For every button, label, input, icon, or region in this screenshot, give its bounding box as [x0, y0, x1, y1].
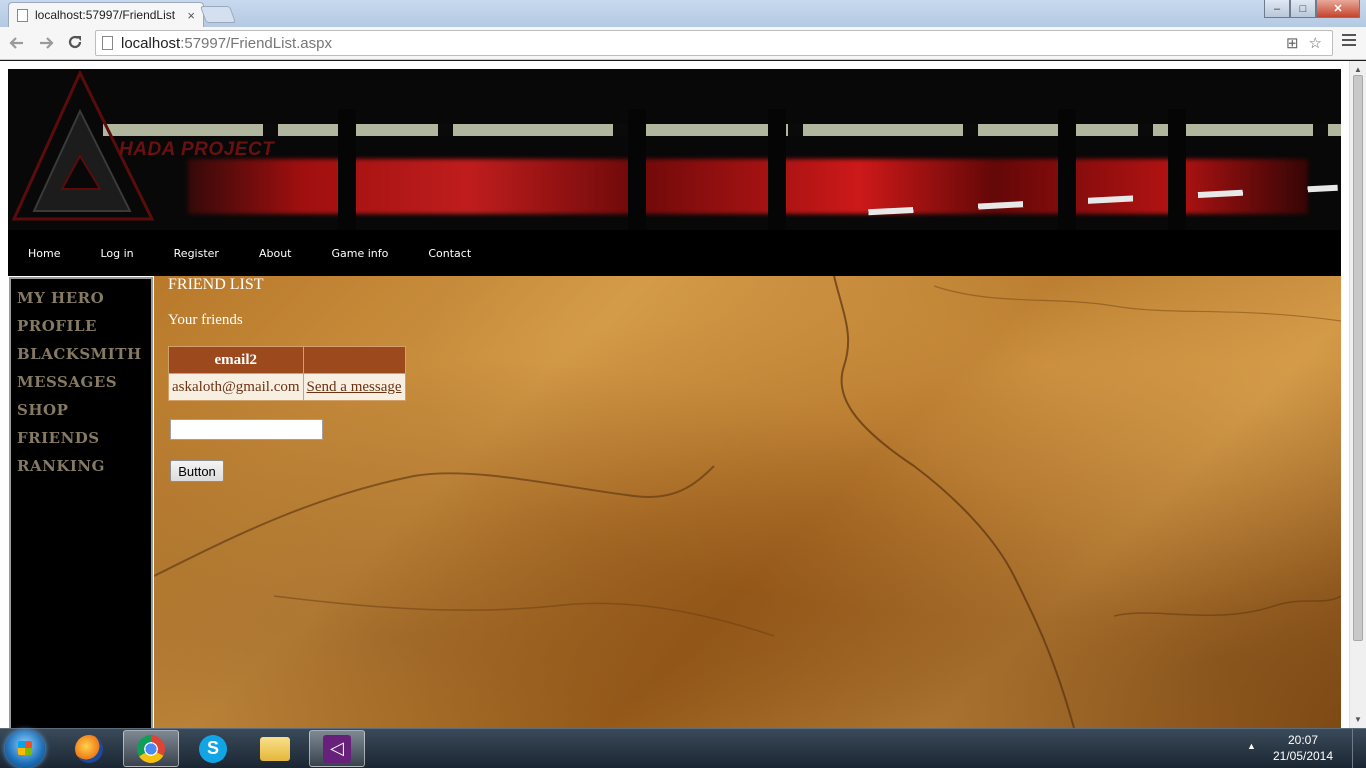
system-clock[interactable]: 20:07 21/05/2014 — [1268, 732, 1338, 764]
folder-icon — [260, 736, 290, 761]
url-text: localhost:57997/FriendList.aspx — [121, 34, 332, 52]
firefox-icon — [75, 734, 103, 763]
chrome-menu-icon[interactable] — [1342, 34, 1356, 49]
show-desktop-button[interactable] — [1352, 729, 1366, 768]
page-title: FRIEND LIST — [168, 276, 264, 293]
sidebar-item-my-hero[interactable]: MY HERO — [17, 284, 151, 312]
sidebar-item-blacksmith[interactable]: BLACKSMITH — [17, 340, 151, 368]
scroll-down-icon[interactable]: ▼ — [1354, 715, 1362, 724]
action-cell: Send a message — [302, 373, 406, 401]
sidebar-menu: MY HERO PROFILE BLACKSMITH MESSAGES SHOP… — [9, 277, 153, 728]
friend-email: askaloth@gmail.com — [168, 373, 304, 401]
windows-logo-icon — [18, 741, 32, 755]
browser-toolbar: localhost:57997/FriendList.aspx ⊞ ☆ — [0, 27, 1366, 60]
scrollbar-thumb[interactable] — [1353, 75, 1363, 641]
nav-about[interactable]: About — [259, 247, 292, 260]
forward-button[interactable] — [35, 32, 57, 54]
arrow-right-icon — [40, 37, 54, 49]
arrow-left-icon — [9, 37, 23, 49]
show-hidden-icons-icon[interactable]: ▲ — [1247, 741, 1256, 751]
address-bar[interactable]: localhost:57997/FriendList.aspx ⊞ ☆ — [95, 30, 1333, 56]
browser-tab[interactable]: localhost:57997/FriendList × — [8, 2, 204, 27]
friends-table: email2 askaloth@gmail.com Send a message — [168, 346, 406, 401]
minimize-button[interactable]: – — [1264, 0, 1290, 18]
close-window-button[interactable]: ✕ — [1316, 0, 1360, 18]
nav-game-info[interactable]: Game info — [331, 247, 388, 260]
header-banner: HADA PROJECT — [8, 69, 1341, 230]
column-header-action — [302, 346, 406, 374]
new-tab-button[interactable] — [199, 6, 237, 23]
nav-contact[interactable]: Contact — [428, 247, 471, 260]
tab-title: localhost:57997/FriendList — [35, 8, 176, 22]
maximize-button[interactable]: □ — [1290, 0, 1316, 18]
windows-taskbar: S ◁ ▲ 20:07 21/05/2014 — [0, 728, 1366, 768]
taskbar-firefox[interactable] — [61, 730, 117, 767]
nav-home[interactable]: Home — [28, 247, 60, 260]
back-button[interactable] — [6, 32, 28, 54]
start-button[interactable] — [5, 730, 45, 768]
sidebar-item-messages[interactable]: MESSAGES — [17, 368, 151, 396]
sidebar-item-friends[interactable]: FRIENDS — [17, 424, 151, 452]
friend-email-input[interactable] — [170, 419, 323, 440]
brand-name: HADA PROJECT — [119, 139, 275, 160]
site: HADA PROJECT Home Log in Register About … — [8, 69, 1341, 728]
clock-date: 21/05/2014 — [1272, 749, 1334, 763]
taskbar-chrome[interactable] — [123, 730, 179, 767]
table-header-row: email2 — [168, 346, 406, 374]
visual-studio-icon: ◁ — [323, 734, 351, 763]
send-message-link[interactable]: Send a message — [307, 379, 402, 395]
tab-close-icon[interactable]: × — [187, 8, 195, 23]
sidebar-item-ranking[interactable]: RANKING — [17, 452, 151, 480]
translate-icon[interactable]: ⊞ — [1286, 34, 1299, 52]
taskbar-visual-studio[interactable]: ◁ — [309, 730, 365, 767]
sidebar-item-profile[interactable]: PROFILE — [17, 312, 151, 340]
page-favicon-icon — [17, 8, 28, 22]
table-row: askaloth@gmail.com Send a message — [168, 373, 406, 401]
scroll-up-icon[interactable]: ▲ — [1354, 65, 1362, 74]
page-icon — [102, 36, 113, 50]
bookmark-star-icon[interactable]: ☆ — [1309, 34, 1322, 52]
taskbar-file-explorer[interactable] — [247, 730, 303, 767]
skype-icon: S — [199, 734, 227, 763]
top-nav: Home Log in Register About Game info Con… — [8, 230, 1341, 276]
nav-login[interactable]: Log in — [100, 247, 133, 260]
page-scrollbar[interactable]: ▲ ▼ — [1349, 61, 1366, 728]
clock-time: 20:07 — [1287, 733, 1319, 747]
section-label: Your friends — [168, 312, 243, 328]
column-header-email: email2 — [168, 346, 304, 374]
friend-list-panel: FRIEND LIST Your friends email2 askaloth… — [168, 276, 406, 482]
chrome-icon — [137, 734, 165, 763]
sidebar-item-shop[interactable]: SHOP — [17, 396, 151, 424]
taskbar-skype[interactable]: S — [185, 730, 241, 767]
main-content: FRIEND LIST Your friends email2 askaloth… — [154, 276, 1341, 728]
reload-icon — [68, 35, 82, 49]
nav-register[interactable]: Register — [174, 247, 219, 260]
submit-button[interactable]: Button — [170, 460, 224, 482]
reload-button[interactable] — [64, 32, 86, 54]
window-controls: – □ ✕ — [1264, 0, 1360, 18]
page-viewport: HADA PROJECT Home Log in Register About … — [0, 61, 1366, 728]
browser-tabstrip: localhost:57997/FriendList × – □ ✕ — [0, 0, 1366, 27]
